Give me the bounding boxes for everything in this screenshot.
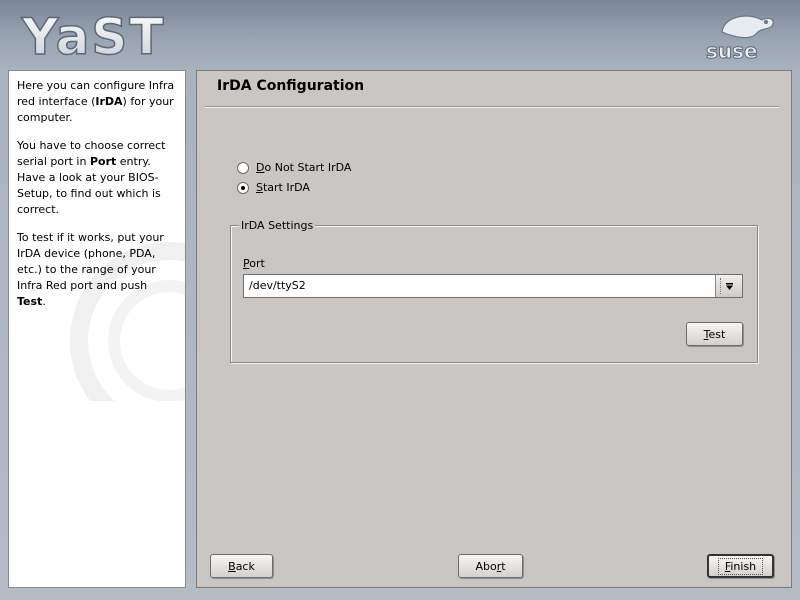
yast-logo-text: YaST xyxy=(21,8,165,60)
port-value[interactable]: /dev/ttyS2 xyxy=(249,279,306,292)
radio-label-text: o Not Start IrDA xyxy=(264,161,352,174)
port-label: Port xyxy=(243,257,265,270)
help-paragraph-port: You have to choose correct serial port i… xyxy=(17,138,177,218)
radio-circle-selected[interactable] xyxy=(237,181,249,194)
radio-circle[interactable] xyxy=(237,161,249,174)
radio-start-irda[interactable]: Start IrDA xyxy=(237,181,310,194)
help-bold-port: Port xyxy=(89,155,117,168)
test-button[interactable]: Test xyxy=(686,322,743,346)
help-bold-irda: IrDA xyxy=(95,95,123,108)
suse-logo-text: suse xyxy=(706,39,758,62)
help-paragraph-intro: Here you can configure Infra red interfa… xyxy=(17,78,177,126)
port-combobox[interactable]: /dev/ttyS2 xyxy=(243,274,743,298)
port-label-text: ort xyxy=(249,257,265,270)
main-panel: IrDA Configuration Do Not Start IrDA Sta… xyxy=(196,70,792,588)
chameleon-icon xyxy=(721,15,774,39)
button-label-text: t xyxy=(501,559,506,573)
abort-button[interactable]: Abort xyxy=(458,554,523,578)
button-label-text: Abo xyxy=(475,559,497,573)
help-bold-test: Test xyxy=(17,295,43,308)
back-button-label: Back xyxy=(228,560,255,573)
abort-button-label: Abort xyxy=(475,560,505,573)
help-text: . xyxy=(42,295,46,308)
irda-settings-legend: IrDA Settings xyxy=(239,219,316,232)
radio-do-not-start-irda[interactable]: Do Not Start IrDA xyxy=(237,161,351,174)
header-banner: YaST suse xyxy=(0,0,800,68)
finish-button-label: Finish xyxy=(717,557,764,575)
radio-dot xyxy=(241,185,245,190)
back-button[interactable]: Back xyxy=(210,554,273,578)
chevron-down-icon xyxy=(725,282,733,290)
help-text: To test if it works, put your IrDA devic… xyxy=(17,231,164,292)
mnemonic: B xyxy=(228,559,236,573)
yast-logo: YaST xyxy=(20,8,165,60)
page-title: IrDA Configuration xyxy=(217,78,365,94)
irda-settings-frame: IrDA Settings Port /dev/ttyS2 Test xyxy=(230,219,758,363)
help-panel: Here you can configure Infra red interfa… xyxy=(8,70,186,588)
radio-label-start: Start IrDA xyxy=(256,181,310,194)
suse-logo: suse xyxy=(706,15,774,62)
test-button-label: Test xyxy=(704,328,726,341)
button-label-text: est xyxy=(708,327,726,341)
button-label-text: inish xyxy=(730,559,757,573)
radio-label-do-not-start: Do Not Start IrDA xyxy=(256,161,351,174)
mnemonic: S xyxy=(256,181,263,194)
finish-button[interactable]: Finish xyxy=(707,554,774,578)
button-label-text: ack xyxy=(235,559,255,573)
radio-label-text: tart IrDA xyxy=(262,181,310,194)
port-dropdown-button[interactable] xyxy=(715,275,742,297)
title-divider xyxy=(205,106,779,108)
help-paragraph-test: To test if it works, put your IrDA devic… xyxy=(17,230,177,310)
